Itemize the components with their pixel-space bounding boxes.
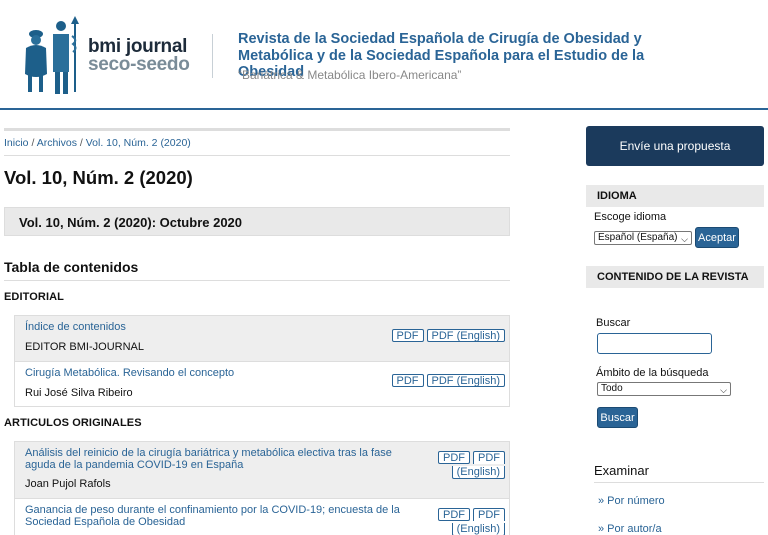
page-title: Vol. 10, Núm. 2 (2020) bbox=[4, 167, 193, 188]
issue-label: Vol. 10, Núm. 2 (2020): Octubre 2020 bbox=[19, 215, 243, 230]
logo-wordmark[interactable]: bmi journal seco-seedo bbox=[88, 37, 190, 75]
article-row: Cirugía Metabólica. Revisando el concept… bbox=[15, 362, 509, 407]
pdf-galley-button[interactable]: PDF bbox=[438, 508, 470, 521]
pdf-english-galley-button-cont[interactable]: (English) bbox=[451, 466, 505, 479]
language-selected-value: Español (España) bbox=[598, 232, 678, 243]
article-author: Joan Pujol Rafols bbox=[25, 478, 111, 490]
search-label: Buscar bbox=[596, 317, 631, 329]
pdf-english-galley-button[interactable]: PDF (English) bbox=[426, 374, 505, 387]
browse-heading: Examinar bbox=[594, 463, 649, 478]
galley-links: PDF PDF (English) bbox=[435, 508, 505, 535]
chevron-down-icon: ⌵ bbox=[720, 385, 727, 395]
article-title-line: Sociedad Española de Obesidad bbox=[25, 515, 186, 528]
scope-selected-value: Todo bbox=[601, 383, 623, 394]
chevron-down-icon: ⌵ bbox=[681, 234, 688, 244]
article-title-line: aguda de la pandemia COVID-19 en España bbox=[25, 458, 244, 471]
article-title-link[interactable]: Análisis del reinicio de la cirugía bari… bbox=[25, 447, 392, 471]
breadcrumb-home-link[interactable]: Inicio bbox=[4, 137, 29, 149]
article-list-editorial: Índice de contenidos EDITOR BMI-JOURNAL … bbox=[14, 315, 510, 407]
article-title-line: Ganancia de peso durante el confinamient… bbox=[25, 504, 400, 516]
content-block-title: CONTENIDO DE LA REVISTA bbox=[586, 266, 764, 288]
pdf-english-galley-button[interactable]: PDF bbox=[473, 451, 505, 464]
breadcrumb-separator: / bbox=[31, 137, 35, 149]
article-title-link[interactable]: Ganancia de peso durante el confinamient… bbox=[25, 504, 400, 528]
breadcrumb-archives-link[interactable]: Archivos bbox=[37, 137, 77, 149]
divider bbox=[4, 128, 510, 131]
pdf-galley-button[interactable]: PDF bbox=[391, 329, 424, 342]
breadcrumb-current: Vol. 10, Núm. 2 (2020) bbox=[85, 137, 191, 149]
site-header: bmi journal seco-seedo Revista de la Soc… bbox=[0, 0, 768, 110]
logo-figures-icon[interactable] bbox=[22, 16, 84, 96]
search-scope-label: Ámbito de la búsqueda bbox=[596, 367, 709, 379]
language-submit-button[interactable]: Aceptar bbox=[695, 227, 739, 248]
search-input[interactable] bbox=[597, 333, 712, 354]
submit-proposal-button[interactable]: Envíe una propuesta bbox=[586, 126, 764, 166]
pdf-english-galley-button[interactable]: PDF bbox=[473, 508, 505, 521]
article-title-line: Análisis del reinicio de la cirugía bari… bbox=[25, 447, 392, 459]
toc-heading: Tabla de contenidos bbox=[4, 259, 139, 275]
article-row: Ganancia de peso durante el confinamient… bbox=[15, 499, 509, 535]
breadcrumb: Inicio / Archivos / Vol. 10, Núm. 2 (202… bbox=[4, 137, 191, 149]
divider bbox=[594, 482, 764, 483]
article-list-originales: Análisis del reinicio de la cirugía bari… bbox=[14, 441, 510, 535]
pdf-english-galley-button[interactable]: PDF (English) bbox=[426, 329, 505, 342]
pdf-english-galley-button-cont[interactable]: (English) bbox=[451, 523, 505, 535]
logo-line-2: seco-seedo bbox=[88, 54, 190, 75]
issue-banner: Vol. 10, Núm. 2 (2020): Octubre 2020 bbox=[4, 207, 510, 236]
section-heading-originales: ARTICULOS ORIGINALES bbox=[4, 417, 142, 429]
choose-language-label: Escoge idioma bbox=[594, 211, 667, 223]
galley-links: PDF PDF (English) bbox=[391, 374, 505, 387]
breadcrumb-separator: / bbox=[79, 137, 83, 149]
journal-subtitle: “Bariátrica & Metabólica Ibero-Americana… bbox=[238, 68, 462, 82]
main-content: Inicio / Archivos / Vol. 10, Núm. 2 (202… bbox=[0, 110, 512, 535]
article-row: Índice de contenidos EDITOR BMI-JOURNAL … bbox=[15, 316, 509, 362]
header-divider bbox=[212, 34, 213, 78]
article-title-link[interactable]: Cirugía Metabólica. Revisando el concept… bbox=[25, 367, 234, 380]
pdf-galley-button[interactable]: PDF bbox=[391, 374, 424, 387]
language-block-title: IDIOMA bbox=[586, 185, 764, 207]
browse-by-issue-link[interactable]: » Por número bbox=[598, 495, 665, 507]
article-title-link[interactable]: Índice de contenidos bbox=[25, 321, 126, 334]
divider bbox=[4, 280, 510, 281]
search-button[interactable]: Buscar bbox=[597, 407, 638, 428]
language-select[interactable]: Español (España) ⌵ bbox=[594, 231, 692, 245]
article-author: Rui José Silva Ribeiro bbox=[25, 387, 133, 399]
divider bbox=[4, 155, 510, 156]
search-scope-select[interactable]: Todo ⌵ bbox=[597, 382, 731, 396]
sidebar: Envíe una propuesta IDIOMA Escoge idioma… bbox=[586, 110, 768, 535]
pdf-galley-button[interactable]: PDF bbox=[438, 451, 470, 464]
article-author: EDITOR BMI-JOURNAL bbox=[25, 341, 144, 353]
article-row: Análisis del reinicio de la cirugía bari… bbox=[15, 442, 509, 499]
galley-links: PDF PDF (English) bbox=[435, 451, 505, 479]
browse-by-author-link[interactable]: » Por autor/a bbox=[598, 523, 662, 535]
section-heading-editorial: EDITORIAL bbox=[4, 291, 64, 303]
galley-links: PDF PDF (English) bbox=[391, 329, 505, 342]
